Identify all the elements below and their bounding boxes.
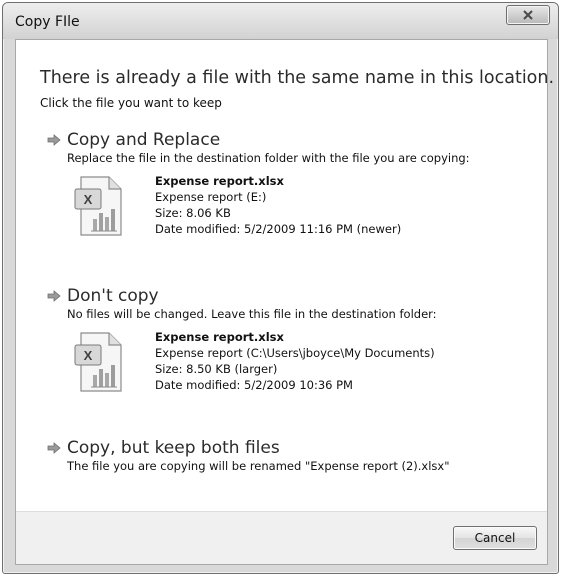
excel-file-icon: X	[74, 332, 122, 392]
cancel-button[interactable]: Cancel	[453, 526, 537, 550]
option-title: Don't copy	[67, 286, 159, 306]
copy-file-dialog: Copy FIle There is already a file with t…	[2, 2, 559, 574]
file-details: X Expense report.xlsx Expense report (E:…	[73, 173, 526, 245]
option-keep-both[interactable]: Copy, but keep both files The file you a…	[46, 438, 526, 473]
option-description: No files will be changed. Leave this fil…	[67, 307, 437, 321]
option-header[interactable]: Copy, but keep both files	[46, 438, 526, 458]
green-arrow-icon	[46, 132, 62, 148]
option-title: Copy and Replace	[67, 130, 221, 150]
dialog-footer: Cancel	[16, 511, 547, 564]
svg-text:X: X	[84, 192, 93, 207]
file-name: Expense report.xlsx	[155, 330, 284, 344]
file-location: Expense report (C:\Users\jboyce\My Docum…	[155, 346, 435, 360]
file-date-modified: Date modified: 5/2/2009 10:36 PM	[155, 378, 353, 392]
dialog-content: There is already a file with the same na…	[15, 39, 554, 565]
file-info: Expense report.xlsx Expense report (C:\U…	[155, 329, 435, 393]
file-details: X Expense report.xlsx Expense report (C:…	[73, 329, 526, 401]
option-description: Replace the file in the destination fold…	[67, 151, 470, 165]
option-description: The file you are copying will be renamed…	[67, 459, 450, 473]
title-bar[interactable]: Copy FIle	[3, 3, 558, 39]
close-icon	[523, 10, 533, 20]
excel-file-icon: X	[74, 176, 122, 236]
option-header[interactable]: Copy and Replace	[46, 130, 526, 150]
file-date-modified: Date modified: 5/2/2009 11:16 PM (newer)	[155, 222, 402, 236]
file-size: Size: 8.06 KB	[155, 206, 231, 220]
option-dont-copy[interactable]: Don't copy No files will be changed. Lea…	[46, 286, 526, 401]
dialog-heading: There is already a file with the same na…	[40, 68, 555, 88]
file-name: Expense report.xlsx	[155, 174, 284, 188]
option-header[interactable]: Don't copy	[46, 286, 526, 306]
window-title: Copy FIle	[15, 14, 80, 30]
svg-text:X: X	[84, 348, 93, 363]
file-location: Expense report (E:)	[155, 190, 267, 204]
option-copy-and-replace[interactable]: Copy and Replace Replace the file in the…	[46, 130, 526, 245]
dialog-subheading: Click the file you want to keep	[40, 96, 222, 110]
option-title: Copy, but keep both files	[67, 438, 280, 458]
file-size: Size: 8.50 KB (larger)	[155, 362, 278, 376]
close-button[interactable]	[506, 5, 550, 25]
green-arrow-icon	[46, 440, 62, 456]
green-arrow-icon	[46, 288, 62, 304]
file-info: Expense report.xlsx Expense report (E:) …	[155, 173, 401, 237]
